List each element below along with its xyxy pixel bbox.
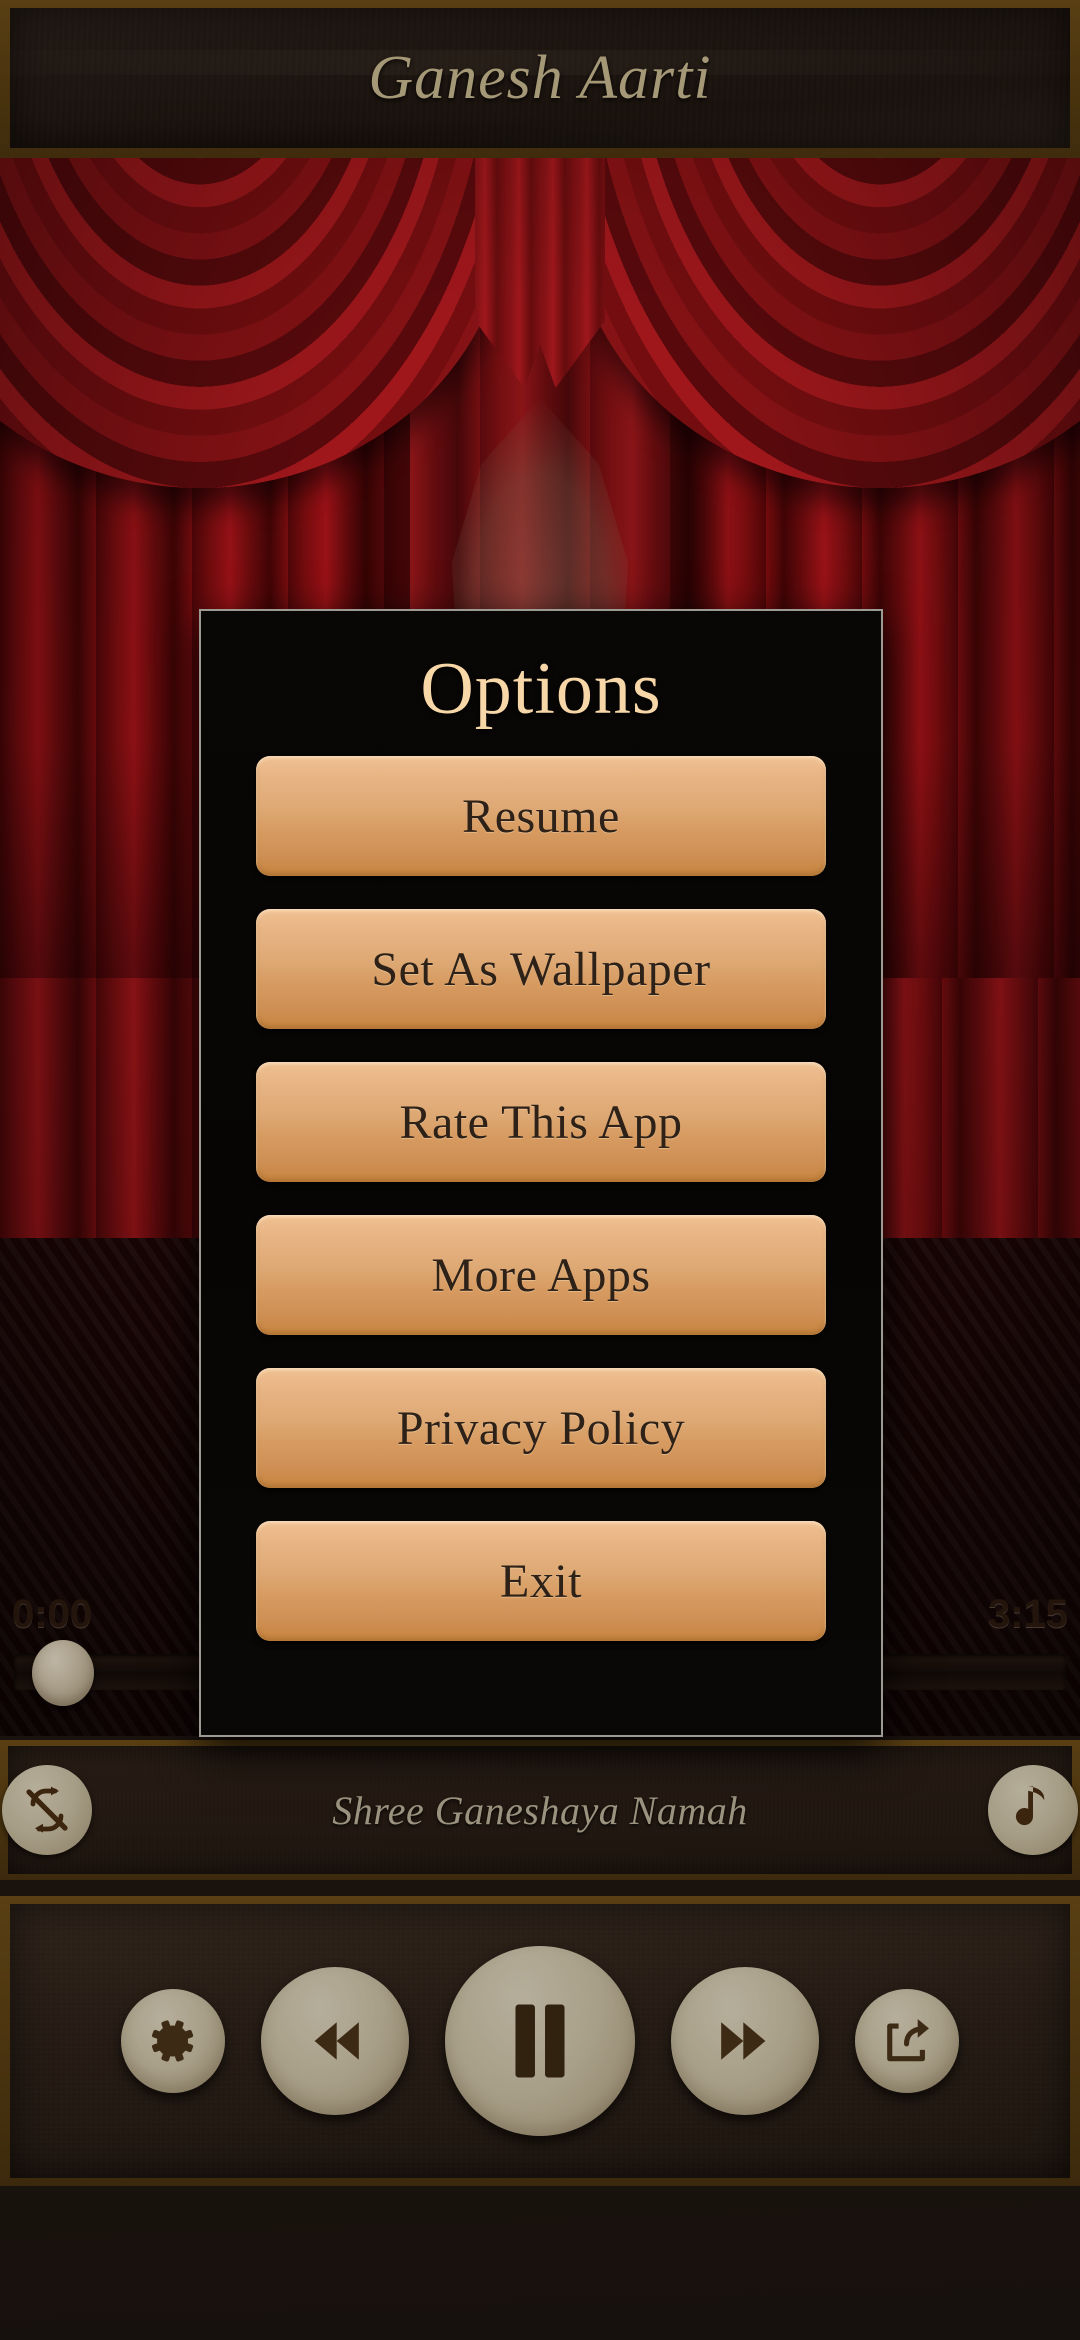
exit-button-label: Exit: [500, 1554, 582, 1608]
resume-button-label: Resume: [462, 789, 620, 843]
dialog-title: Options: [420, 648, 662, 730]
exit-button[interactable]: Exit: [256, 1521, 826, 1641]
page-title: Ganesh Aarti: [368, 43, 712, 112]
more-apps-button-label: More Apps: [431, 1248, 651, 1302]
privacy-policy-button-label: Privacy Policy: [396, 1401, 686, 1455]
app-root: Ganesh Aarti 0:00 3:15 Shree Ganeshaya N…: [0, 0, 1080, 2340]
options-dialog: Options Resume Set As Wallpaper Rate Thi…: [199, 609, 883, 1737]
rate-this-app-button[interactable]: Rate This App: [256, 1062, 826, 1182]
privacy-policy-button[interactable]: Privacy Policy: [256, 1368, 826, 1488]
more-apps-button[interactable]: More Apps: [256, 1215, 826, 1335]
rate-this-app-button-label: Rate This App: [399, 1095, 683, 1149]
set-as-wallpaper-button-label: Set As Wallpaper: [371, 942, 711, 996]
resume-button[interactable]: Resume: [256, 756, 826, 876]
set-as-wallpaper-button[interactable]: Set As Wallpaper: [256, 909, 826, 1029]
